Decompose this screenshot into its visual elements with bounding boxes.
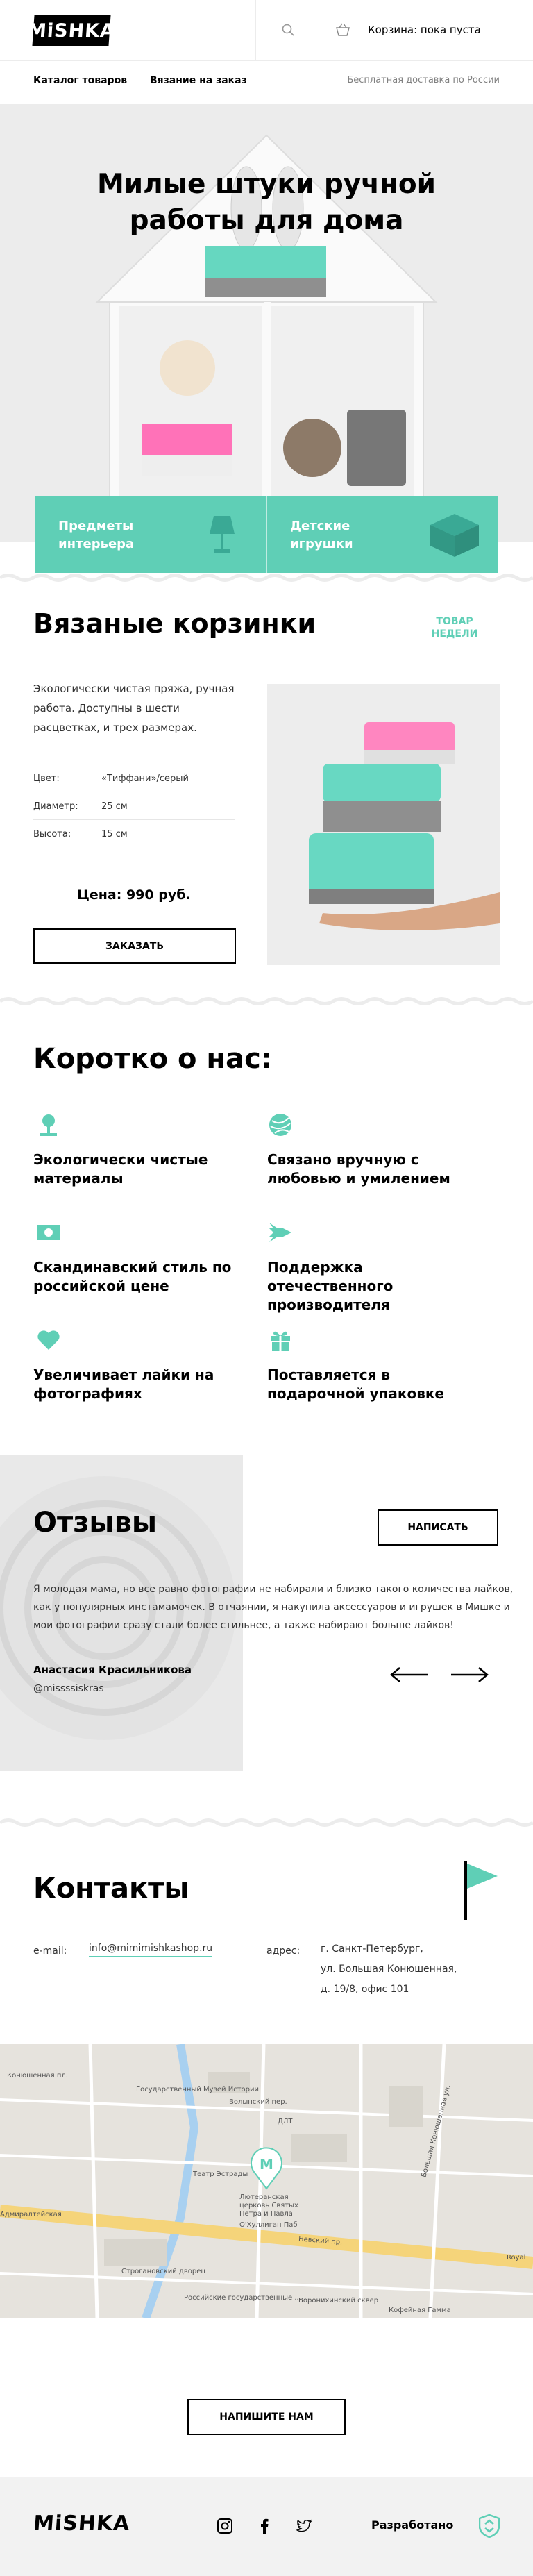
promo-kids-toys[interactable]: Детские игрушки bbox=[290, 517, 401, 553]
product-price: Цена: 990 руб. bbox=[77, 887, 191, 903]
write-review-button[interactable]: НАПИСАТЬ bbox=[378, 1509, 498, 1546]
instagram-icon[interactable] bbox=[217, 2518, 232, 2534]
shield-logo-icon[interactable] bbox=[479, 2514, 500, 2538]
developed-by-link[interactable]: Разработано bbox=[371, 2518, 453, 2532]
wave-divider bbox=[0, 574, 533, 582]
address-line-2: ул. Большая Конюшенная, bbox=[321, 1964, 457, 1975]
email-label: e-mail: bbox=[33, 1946, 67, 1957]
nav-custom-knitting[interactable]: Вязание на заказ bbox=[150, 75, 247, 86]
site-logo[interactable]: MiSHKA bbox=[27, 15, 116, 46]
basket-stack-image bbox=[309, 722, 500, 930]
flower-icon bbox=[40, 1114, 57, 1136]
basket-icon[interactable] bbox=[335, 22, 350, 36]
promo-bar: Предметы интерьера Детские игрушки bbox=[35, 496, 498, 573]
address-label: адрес: bbox=[266, 1946, 301, 1957]
rocket-icon bbox=[269, 1223, 291, 1242]
flag-icon bbox=[464, 1861, 498, 1920]
promo-interior[interactable]: Предметы интерьера bbox=[58, 517, 169, 553]
write-us-button[interactable]: НАПИШИТЕ НАМ bbox=[187, 2399, 346, 2435]
arrow-right-icon[interactable] bbox=[450, 1666, 489, 1683]
about-title: Коротко о нас: bbox=[33, 1043, 272, 1075]
arrow-left-icon[interactable] bbox=[390, 1666, 429, 1683]
map-pin-icon[interactable]: M bbox=[250, 2147, 283, 2190]
twitter-icon[interactable] bbox=[296, 2518, 312, 2534]
heart-icon bbox=[37, 1330, 60, 1350]
site-footer: MiSHKA Разработано bbox=[0, 2477, 533, 2576]
product-description: Экологически чистая пряжа, ручная работа… bbox=[33, 683, 235, 734]
nav-catalog[interactable]: Каталог товаров bbox=[33, 75, 127, 86]
wave-divider bbox=[0, 1818, 533, 1827]
svg-text:M: M bbox=[260, 2156, 273, 2173]
spec-height: Высота: 15 см bbox=[33, 829, 128, 839]
site-header: MiSHKA Корзина: пока пуста bbox=[0, 0, 533, 61]
feature-eco: Экологически чистые материалы bbox=[33, 1151, 208, 1187]
feature-price: Скандинавский стиль по российской цене bbox=[33, 1259, 232, 1294]
shipping-note: Бесплатная доставка по России bbox=[347, 75, 500, 85]
cart-status-link[interactable]: Корзина: пока пуста bbox=[368, 24, 481, 36]
address-line-1: г. Санкт-Петербург, bbox=[321, 1943, 423, 1955]
review-handle: @missssiskras bbox=[33, 1683, 104, 1694]
spec-color: Цвет: «Тиффани»/серый bbox=[33, 766, 235, 792]
banknote-icon bbox=[37, 1225, 60, 1240]
spec-diameter: Диаметр: 25 см bbox=[33, 794, 235, 820]
feature-gift-wrap: Поставляется в подарочной упаковке bbox=[267, 1366, 444, 1402]
review-text: Я молодая мама, но все равно фотографии … bbox=[33, 1584, 514, 1631]
product-of-week-tag[interactable]: ТОВАР НЕДЕЛИ bbox=[423, 615, 486, 640]
feature-domestic: Поддержка отечественного производителя bbox=[267, 1259, 394, 1313]
product-photo bbox=[267, 684, 500, 965]
reviews-title: Отзывы bbox=[33, 1507, 158, 1539]
feature-handmade: Связано вручную с любовью и умилением bbox=[267, 1151, 450, 1187]
yarn-ball-icon bbox=[269, 1114, 291, 1136]
product-title: Вязаные корзинки bbox=[33, 608, 316, 639]
toy-block-icon bbox=[430, 514, 479, 557]
footer-logo[interactable]: MiSHKA bbox=[33, 2511, 131, 2536]
contacts-title: Контакты bbox=[33, 1873, 189, 1905]
order-button[interactable]: ЗАКАЗАТЬ bbox=[33, 928, 236, 964]
search-icon[interactable] bbox=[282, 24, 294, 36]
address-line-3: д. 19/8, офис 101 bbox=[321, 1984, 409, 1995]
email-link[interactable]: info@mimimishkashop.ru bbox=[89, 1941, 213, 1957]
hero-title: Милые штуки ручной работы для дома bbox=[97, 169, 436, 236]
wave-divider bbox=[0, 997, 533, 1005]
page: MiSHKA Корзина: пока пуста Каталог товар… bbox=[0, 0, 533, 2576]
lamp-icon bbox=[210, 516, 235, 553]
gift-icon bbox=[271, 1331, 290, 1351]
review-author: Анастасия Красильникова bbox=[33, 1664, 192, 1676]
location-map[interactable]: Государственный Музей Истории Театр Эстр… bbox=[0, 2044, 533, 2318]
feature-likes: Увеличивает лайки на фотографиях bbox=[33, 1366, 214, 1402]
facebook-icon[interactable] bbox=[257, 2518, 272, 2534]
